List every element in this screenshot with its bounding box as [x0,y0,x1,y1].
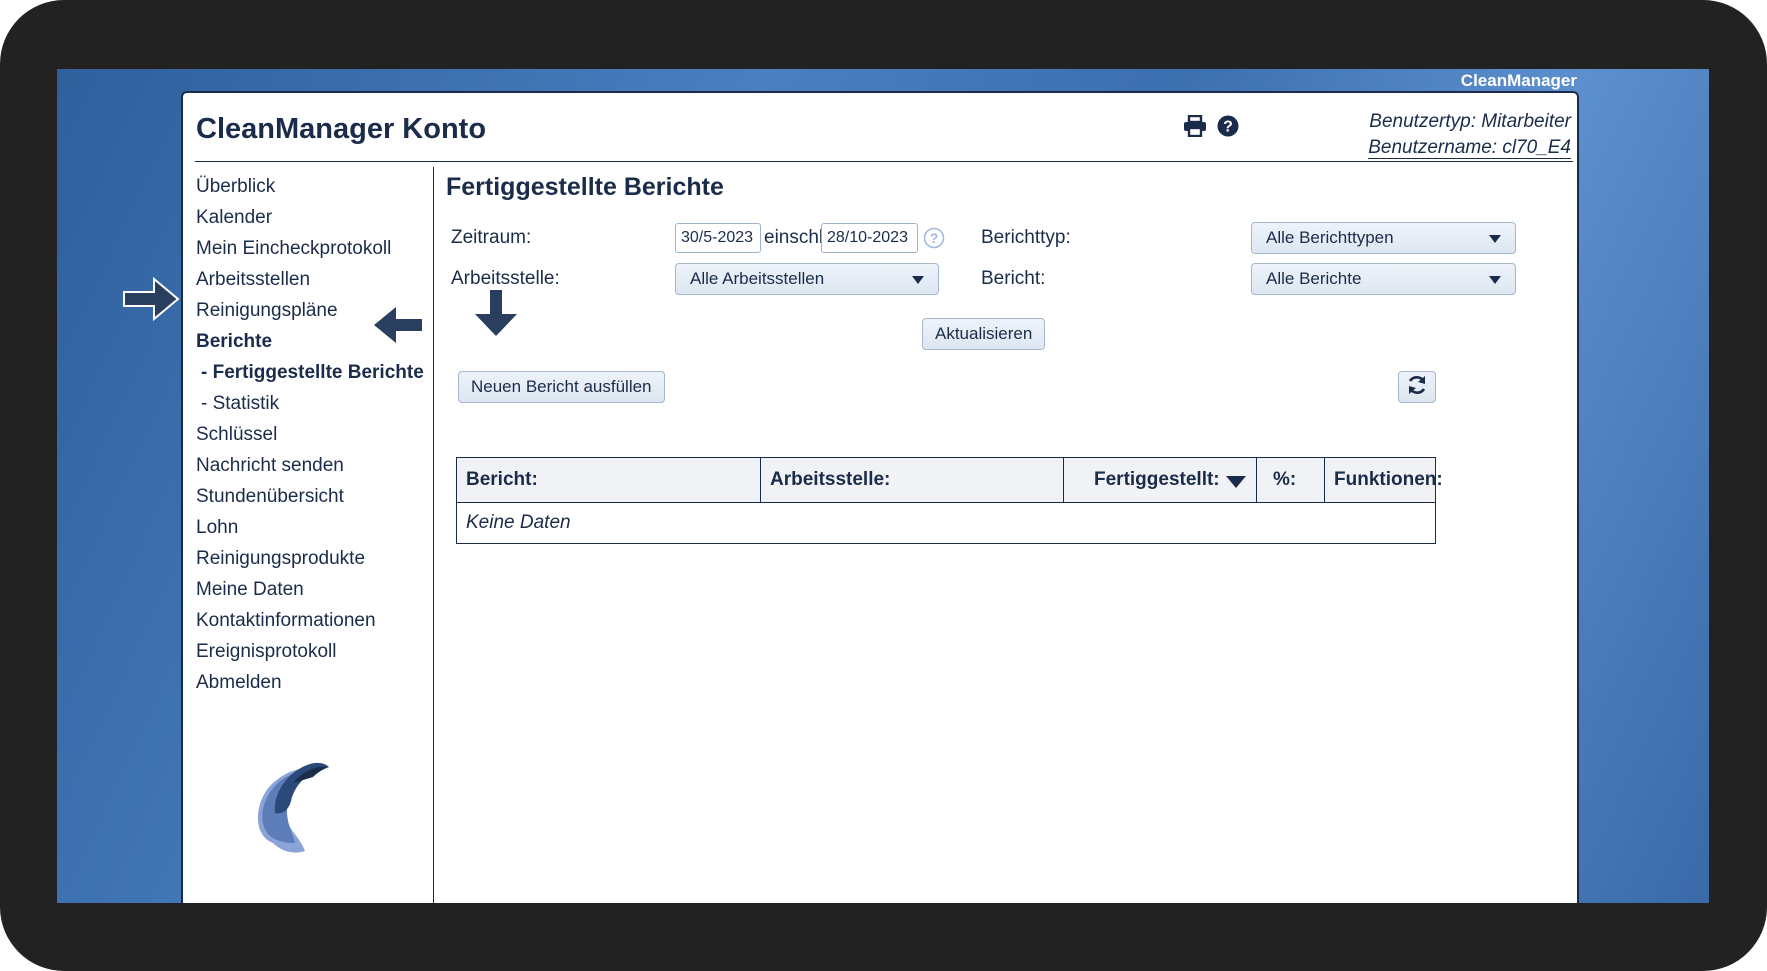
date-to-input[interactable]: 28/10-2023 [821,223,918,253]
sidebar-item-nachricht-senden[interactable]: Nachricht senden [196,450,424,481]
sidebar-item-reinigungsprodukte[interactable]: Reinigungsprodukte [196,543,424,574]
column-header-percent[interactable]: %: [1257,458,1325,502]
sidebar-item-meine-daten[interactable]: Meine Daten [196,574,424,605]
cleanmanager-logo [233,743,353,868]
sidebar-item-ereignisprotokoll[interactable]: Ereignisprotokoll [196,636,424,667]
annotation-arrow-right-icon [123,277,180,321]
page-title: Fertiggestellte Berichte [446,173,724,201]
new-report-button[interactable]: Neuen Bericht ausfüllen [458,371,665,403]
desktop-background: CleanManager CleanManager Konto ? Benutz… [57,69,1709,903]
main-content: Fertiggestellte Berichte Zeitraum: 30/5-… [446,165,1577,903]
workplace-select[interactable]: Alle Arbeitsstellen [675,263,939,295]
sort-desc-icon [1226,476,1246,488]
column-header-completed-label: Fertiggestellt: [1094,469,1220,490]
user-type: Benutzertyp: Mitarbeiter [1369,111,1571,132]
device-frame: CleanManager CleanManager Konto ? Benutz… [0,0,1767,971]
report-value: Alle Berichte [1266,269,1362,288]
sidebar-item-stundenuebersicht[interactable]: Stundenübersicht [196,481,424,512]
workplace-label: Arbeitsstelle: [451,268,560,289]
brand-label: CleanManager [1460,71,1577,90]
reports-table: Bericht: Arbeitsstelle: Fertiggestellt: … [456,457,1443,544]
sidebar-item-fertiggestellte-berichte[interactable]: - Fertiggestellte Berichte [196,357,424,388]
chevron-down-icon [912,276,924,284]
app-title: CleanManager Konto [196,113,487,145]
sidebar-item-schluessel[interactable]: Schlüssel [196,419,424,450]
date-from-input[interactable]: 30/5-2023 [675,223,761,253]
period-label: Zeitraum: [451,227,532,248]
column-header-report[interactable]: Bericht: [457,458,761,502]
column-header-completed[interactable]: Fertiggestellt: [1064,458,1257,502]
update-button[interactable]: Aktualisieren [922,318,1046,350]
column-header-workplace[interactable]: Arbeitsstelle: [761,458,1064,502]
sidebar-divider [433,167,434,903]
annotation-arrow-left-icon [374,307,422,343]
sidebar-item-lohn[interactable]: Lohn [196,512,424,543]
sidebar-item-arbeitsstellen[interactable]: Arbeitsstellen [196,264,424,295]
refresh-icon [1406,374,1428,401]
print-icon[interactable] [1183,115,1207,137]
account-window: CleanManager Konto ? Benutzertyp: Mitarb… [181,91,1579,903]
help-icon[interactable]: ? [1217,115,1239,137]
user-name: Benutzername: cl70_E4 [1368,137,1571,159]
report-select[interactable]: Alle Berichte [1251,263,1516,295]
column-header-functions: Funktionen: [1334,469,1443,490]
report-type-select[interactable]: Alle Berichttypen [1251,222,1516,254]
chevron-down-icon [1489,276,1501,284]
sidebar-nav: Überblick Kalender Mein Eincheckprotokol… [196,171,424,698]
sidebar-item-ueberblick[interactable]: Überblick [196,171,424,202]
sidebar-item-statistik[interactable]: - Statistik [196,388,424,419]
report-type-label: Berichttyp: [981,227,1071,248]
report-type-value: Alle Berichttypen [1266,228,1394,247]
workplace-value: Alle Arbeitsstellen [690,269,825,288]
period-help-icon[interactable]: ? [923,227,945,254]
sidebar-item-kontaktinformationen[interactable]: Kontaktinformationen [196,605,424,636]
svg-text:?: ? [930,230,939,246]
header-divider [195,161,1573,162]
report-label: Bericht: [981,268,1046,289]
sidebar-item-abmelden[interactable]: Abmelden [196,667,424,698]
user-info: Benutzertyp: Mitarbeiter Benutzername: c… [1368,109,1571,161]
header-tools: ? [1183,115,1239,137]
annotation-arrow-down-icon [475,290,517,336]
sidebar-item-kalender[interactable]: Kalender [196,202,424,233]
inclusive-label: einschl. [764,227,829,248]
table-header-row: Bericht: Arbeitsstelle: Fertiggestellt: … [457,458,1443,503]
refresh-button[interactable] [1398,371,1436,403]
empty-table-message: Keine Daten [466,512,571,533]
sidebar-item-eincheckprotokoll[interactable]: Mein Eincheckprotokoll [196,233,424,264]
chevron-down-icon [1489,235,1501,243]
svg-text:?: ? [1223,119,1233,136]
